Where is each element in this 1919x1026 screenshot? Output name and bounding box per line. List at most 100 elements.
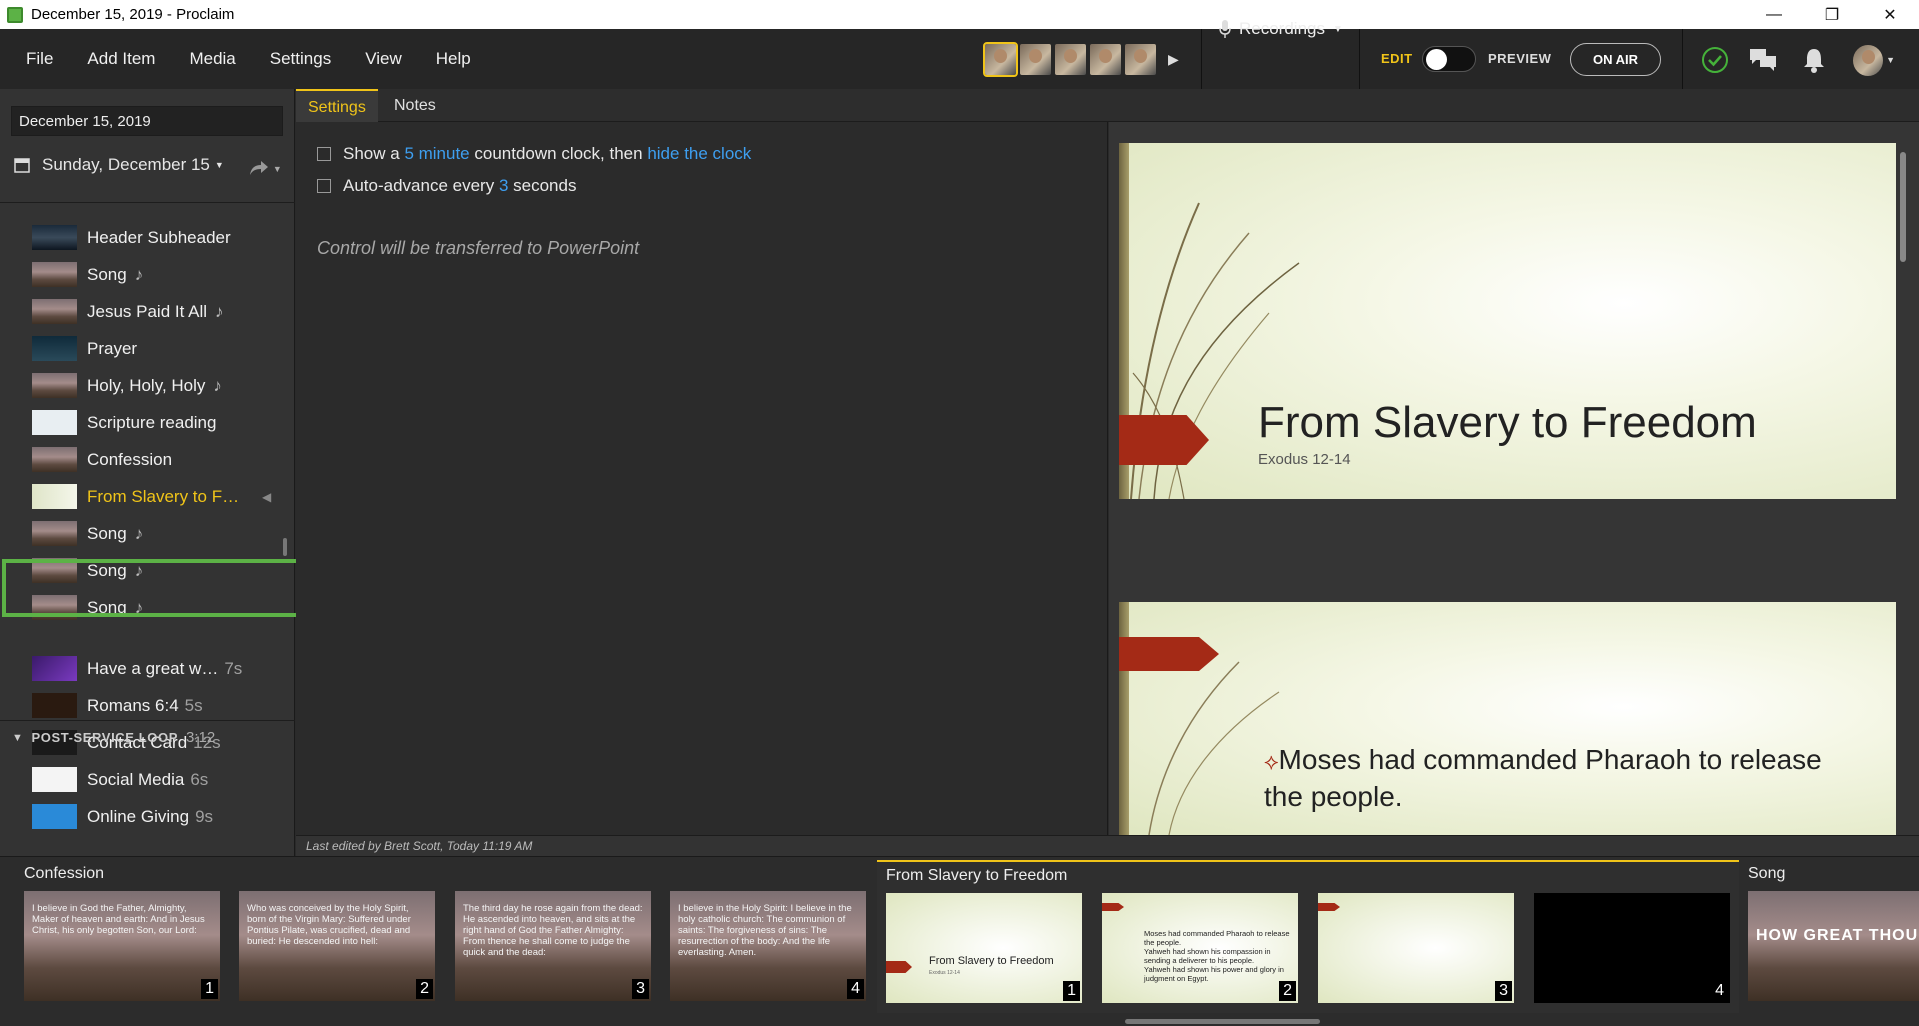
item-thumbnail — [32, 373, 77, 398]
minimize-button[interactable]: — — [1745, 0, 1803, 29]
item-thumbnail — [32, 804, 77, 829]
item-thumbnail — [32, 656, 77, 681]
edit-preview-toggle[interactable] — [1422, 46, 1476, 72]
team-avatar[interactable] — [1125, 44, 1156, 75]
menu-settings[interactable]: Settings — [253, 49, 348, 69]
share-button[interactable]: ▼ — [249, 160, 282, 179]
scroll-thumb[interactable] — [283, 538, 287, 556]
service-item[interactable]: Confession — [0, 441, 290, 478]
live-indicator-icon: ◀ — [262, 489, 272, 504]
service-item[interactable]: Jesus Paid It All ♪ — [0, 293, 290, 330]
restore-button[interactable]: ❐ — [1803, 0, 1861, 29]
tab-settings[interactable]: Settings — [296, 89, 378, 122]
team-avatars: ▶ — [983, 42, 1179, 77]
service-item[interactable]: Scripture reading — [0, 404, 290, 441]
loop-item[interactable]: Social Media 6s — [0, 761, 290, 798]
slide-thumbnail[interactable]: I believe in the Holy Spirit: I believe … — [670, 891, 866, 1001]
countdown-minutes-link[interactable]: 5 minute — [404, 144, 469, 164]
team-avatar[interactable] — [1090, 44, 1121, 75]
service-date-label: Sunday, December 15 — [42, 155, 210, 174]
group-header-sermon: From Slavery to Freedom — [886, 867, 1068, 884]
music-note-icon: ♪ — [134, 523, 144, 543]
item-label: Romans 6:4 5s — [87, 695, 203, 715]
service-item-selected[interactable]: From Slavery to F… ◀ — [0, 478, 290, 515]
item-label: Song ♪ — [87, 523, 144, 543]
preview-scrollbar[interactable] — [1900, 142, 1906, 812]
play-icon[interactable]: ▶ — [1168, 51, 1179, 68]
user-avatar-menu[interactable]: ▼ — [1853, 44, 1895, 76]
recordings-dropdown[interactable]: Recordings ▼ — [1219, 19, 1343, 39]
on-air-button[interactable]: ON AIR — [1570, 43, 1661, 76]
group-header-confession: Confession — [24, 865, 105, 882]
scroll-thumb[interactable] — [1900, 152, 1906, 262]
slide-thumbnail[interactable]: Moses had commanded Pharaoh to release t… — [1102, 893, 1298, 1003]
item-tabs: Settings Notes — [296, 89, 1919, 122]
chevron-down-icon: ▼ — [272, 164, 282, 174]
autoadvance-checkbox[interactable] — [317, 179, 331, 193]
window-titlebar: December 15, 2019 - Proclaim — ❐ ✕ — [0, 0, 1919, 29]
slide-strip: Confession I believe in God the Father, … — [0, 856, 1919, 1026]
item-thumbnail — [32, 521, 77, 546]
loop-item[interactable]: Have a great w… 7s — [0, 650, 290, 687]
item-thumbnail — [32, 262, 77, 287]
slide-thumbnail[interactable]: 4 — [1534, 893, 1730, 1003]
slide-bullets: Moses had commanded Pharaoh to release t… — [1144, 929, 1290, 983]
slide-thumbnail[interactable]: 3 — [1318, 893, 1514, 1003]
service-date-selector[interactable]: Sunday, December 15 ▼ — [14, 155, 224, 175]
team-avatar[interactable] — [983, 42, 1018, 77]
item-thumbnail — [32, 225, 77, 250]
active-group: From Slavery to Freedom From Slavery to … — [877, 860, 1739, 1013]
chat-icon[interactable] — [1748, 45, 1778, 75]
slide-text: I believe in God the Father, Almighty, M… — [32, 903, 205, 936]
team-avatar[interactable] — [1020, 44, 1051, 75]
slide-thumbnail[interactable]: HOW GREAT THOU — [1748, 891, 1919, 1001]
sync-check-icon[interactable] — [1700, 45, 1730, 75]
slide-thumbnail[interactable]: Who was conceived by the Holy Spirit, bo… — [239, 891, 435, 1001]
section-duration: 3:12 — [186, 729, 216, 746]
bell-icon[interactable] — [1799, 45, 1829, 75]
service-date-field[interactable]: December 15, 2019 — [11, 106, 283, 136]
slide-preview-pane: From Slavery to Freedom Exodus 12-14 ⟡Mo… — [1109, 122, 1919, 835]
slide-text: The third day he rose again from the dea… — [463, 903, 643, 958]
section-header-post-service-loop[interactable]: ▼ POST-SERVICE LOOP 3:12 — [12, 729, 215, 746]
item-duration: 9s — [195, 806, 214, 826]
preview-label: PREVIEW — [1488, 51, 1552, 66]
service-item[interactable]: Prayer — [0, 330, 290, 367]
slide-arrow — [886, 961, 912, 973]
countdown-text: Show a — [343, 144, 400, 163]
service-item[interactable]: Song ♪ — [0, 256, 290, 293]
team-avatar[interactable] — [1055, 44, 1086, 75]
item-thumbnail — [32, 336, 77, 361]
service-item[interactable]: Holy, Holy, Holy ♪ — [0, 367, 290, 404]
chevron-down-icon: ▼ — [1333, 23, 1343, 35]
item-thumbnail — [32, 447, 77, 472]
service-item[interactable]: Song ♪ — [0, 515, 290, 552]
menu-file[interactable]: File — [0, 49, 70, 69]
menu-media[interactable]: Media — [172, 49, 252, 69]
menu-add-item[interactable]: Add Item — [70, 49, 172, 69]
slide-thumbnail[interactable]: The third day he rose again from the dea… — [455, 891, 651, 1001]
avatar — [1853, 44, 1884, 76]
menu-help[interactable]: Help — [419, 49, 488, 69]
slide-preview-2[interactable]: ⟡Moses had commanded Pharaoh to release … — [1119, 602, 1896, 835]
loop-item[interactable]: Online Giving 9s — [0, 798, 290, 835]
item-thumbnail — [32, 693, 77, 718]
hide-clock-link[interactable]: hide the clock — [647, 144, 751, 164]
slide-thumbnail[interactable]: I believe in God the Father, Almighty, M… — [24, 891, 220, 1001]
close-button[interactable]: ✕ — [1861, 0, 1919, 29]
slide-subtitle: Exodus 12-14 — [929, 970, 960, 976]
countdown-checkbox[interactable] — [317, 147, 331, 161]
slide-thumbnail-active[interactable]: From Slavery to Freedom Exodus 12-14 1 — [886, 893, 1082, 1003]
tab-notes[interactable]: Notes — [382, 89, 448, 122]
service-item[interactable]: Header Subheader — [0, 219, 290, 256]
settings-panel: Show a 5 minute countdown clock, then hi… — [296, 122, 1108, 835]
autoadvance-seconds-link[interactable]: 3 — [499, 176, 508, 196]
strip-scrollbar[interactable] — [1125, 1019, 1320, 1024]
menu-view[interactable]: View — [348, 49, 419, 69]
sidebar-scrollbar[interactable] — [283, 298, 287, 798]
chevron-down-icon: ▼ — [214, 160, 224, 170]
loop-item[interactable]: Romans 6:4 5s — [0, 687, 290, 724]
slide-preview-1[interactable]: From Slavery to Freedom Exodus 12-14 — [1119, 143, 1896, 499]
item-label: Online Giving 9s — [87, 806, 214, 826]
item-label: Header Subheader — [87, 227, 231, 247]
